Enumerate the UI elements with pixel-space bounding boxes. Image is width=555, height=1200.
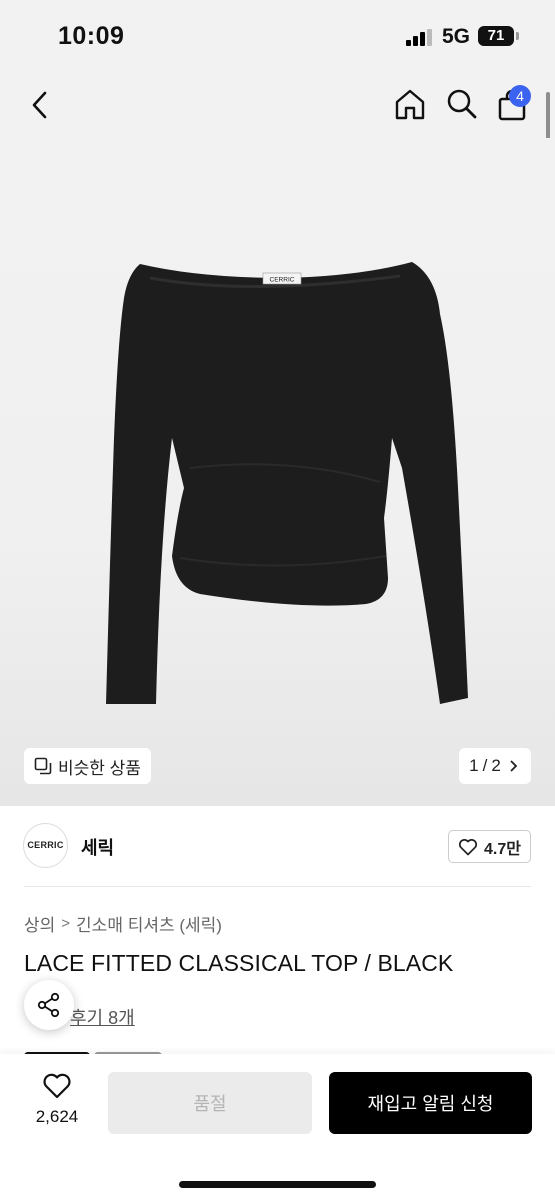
breadcrumb: 상의 > 긴소매 티셔츠 (세릭) <box>24 911 222 936</box>
pager-total: 2 <box>491 756 501 775</box>
garment-label-text: CERRIC <box>270 277 295 284</box>
image-pager[interactable]: 1 / 2 <box>459 748 531 784</box>
share-button[interactable] <box>24 980 74 1030</box>
product-title: LACE FITTED CLASSICAL TOP / BLACK <box>24 950 454 976</box>
brand-name[interactable]: 세릭 <box>81 834 114 860</box>
cart-count-badge: 4 <box>509 85 531 107</box>
network-label: 5G <box>442 25 471 48</box>
product-image: CERRIC <box>106 262 468 704</box>
home-indicator <box>179 1181 376 1188</box>
wishlist-count: 2,624 <box>35 1107 79 1126</box>
chevron-right-icon <box>510 760 518 772</box>
heart-icon <box>458 838 478 855</box>
restock-alert-button[interactable]: 재입고 알림 신청 <box>329 1072 532 1134</box>
divider <box>24 886 531 887</box>
top-nav <box>0 72 555 138</box>
search-icon[interactable] <box>445 87 479 121</box>
brand-like-count: 4.7만 <box>484 840 521 858</box>
battery-icon: 71 <box>478 26 514 46</box>
pager-current: 1 <box>469 756 479 775</box>
chevron-right-icon: > <box>61 915 71 932</box>
status-time: 10:09 <box>58 22 125 50</box>
home-icon[interactable] <box>393 87 427 121</box>
brand-logo[interactable]: CERRIC <box>23 823 68 868</box>
signal-icon <box>406 29 434 46</box>
share-icon <box>37 992 60 1018</box>
soldout-button: 품절 <box>108 1072 312 1134</box>
pager-separator: / <box>482 756 488 775</box>
reviews-link[interactable]: 후기 8개 <box>70 1004 135 1030</box>
similar-products-label: 비슷한 상품 <box>58 758 141 778</box>
status-bar: 10:09 5G 71 <box>0 0 555 72</box>
wishlist-button[interactable]: 2,624 <box>26 1072 88 1127</box>
breadcrumb-level1[interactable]: 상의 <box>24 911 55 936</box>
product-image-gallery[interactable]: CERRIC <box>0 138 555 806</box>
battery-cap <box>516 32 519 40</box>
breadcrumb-level2[interactable]: 긴소매 티셔츠 (세릭) <box>76 911 222 936</box>
heart-icon <box>43 1073 71 1099</box>
brand-like-button[interactable]: 4.7만 <box>448 830 531 863</box>
similar-products-button[interactable]: 비슷한 상품 <box>24 748 151 784</box>
copy-icon <box>34 757 52 775</box>
back-arrow-icon[interactable] <box>28 90 52 120</box>
